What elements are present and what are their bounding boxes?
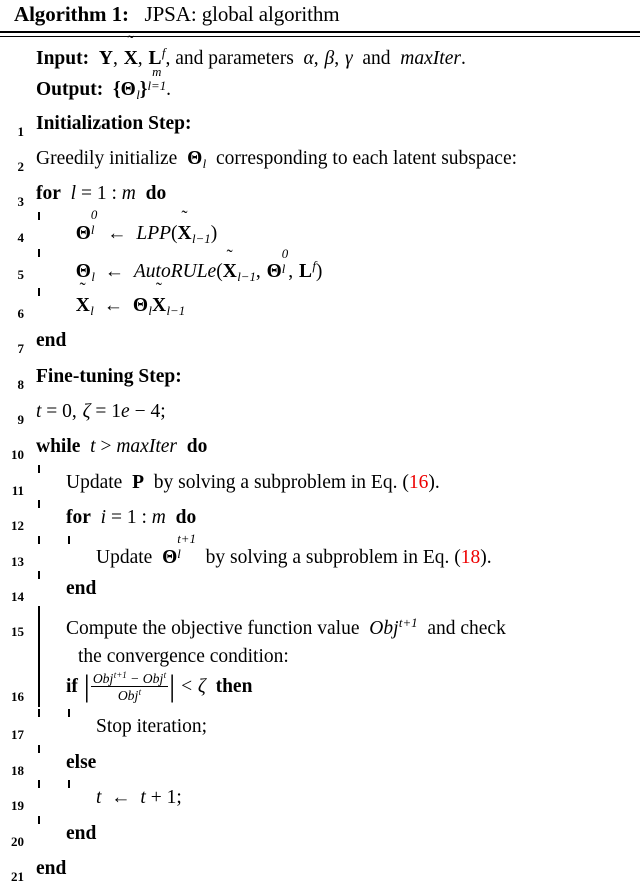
line-16-text: if|Objt+1 − ObjtObjt|<ζthen [66, 670, 252, 704]
line-number-3: 3 [0, 180, 24, 215]
line-6-text: ˜Xl←Θl˜Xl−1 [66, 292, 185, 326]
algorithm-line-6: 6 ˜Xl←Θl˜Xl−1 [0, 292, 640, 327]
algorithm-line-5: 5 Θl←AutoRULe(˜Xl−1,Θ0l,Lf) [0, 253, 640, 292]
keyword-do: do [187, 436, 208, 457]
algorithm-line-20: 20 end [0, 820, 640, 855]
indent-bar [36, 610, 66, 670]
input-line: Input:Y,˜X,Lf, and parametersα,β,γandmax… [0, 40, 640, 72]
algorithm-line-1: 1 Initialization Step: [0, 110, 640, 145]
algorithm-line-12: 12 fori = 1 : mdo [0, 504, 640, 539]
line-number-18: 18 [0, 749, 24, 784]
line-number-10: 10 [0, 433, 24, 468]
line-number-20: 20 [0, 820, 24, 855]
algorithm-line-14: 14 end [0, 575, 640, 610]
line-8-text: Fine-tuning Step: [36, 363, 182, 390]
line-3-text: forl = 1 : mdo [36, 180, 166, 207]
line-4-text: Θ0l←LPP(˜Xl−1) [66, 216, 217, 253]
algorithm-line-7: 7 end [0, 327, 640, 362]
keyword-for: for [66, 507, 91, 528]
line-5-text: Θl←AutoRULe(˜Xl−1,Θ0l,Lf) [66, 253, 322, 292]
algorithm-title: Algorithm 1: JPSA: global algorithm [0, 0, 640, 31]
title-rule-top [0, 31, 640, 33]
line-number-8: 8 [0, 363, 24, 398]
algorithm-caption: JPSA: global algorithm [145, 2, 340, 26]
line-number-16: 16 [0, 670, 24, 713]
line-number-21: 21 [0, 855, 24, 890]
line-number-19: 19 [0, 784, 24, 819]
line-number-13: 13 [0, 540, 24, 575]
algorithm-line-2: 2 Greedily initializeΘlcorresponding to … [0, 145, 640, 180]
input-label: Input: [36, 48, 89, 69]
line-18-text: else [66, 749, 96, 776]
line-number-2: 2 [0, 145, 24, 180]
line-21-text: end [36, 855, 66, 882]
keyword-then: then [216, 676, 253, 697]
line-number-11: 11 [0, 469, 24, 504]
algorithm-line-19: 19 t←t + 1; [0, 784, 640, 819]
line-number [0, 40, 24, 48]
line-2-text: Greedily initializeΘlcorresponding to ea… [36, 145, 517, 179]
keyword-if: if [66, 676, 78, 697]
line-number-15: 15 [0, 610, 24, 645]
indent-bar [36, 670, 66, 703]
convergence-fraction: Objt+1 − ObjtObjt [90, 670, 169, 703]
algorithm-line-21: 21 end [0, 855, 640, 890]
algorithm-line-10: 10 whilet > maxIterdo [0, 433, 640, 468]
line-7-text: end [36, 327, 66, 354]
line-number-6: 6 [0, 292, 24, 327]
keyword-for: for [36, 183, 61, 204]
line-20-text: end [66, 820, 96, 847]
algorithm-body: Input:Y,˜X,Lf, and parametersα,β,γandmax… [0, 37, 640, 890]
input-content: Input:Y,˜X,Lf, and parametersα,β,γandmax… [24, 40, 640, 72]
output-label: Output: [36, 79, 103, 100]
line-9-text: t = 0,ζ = 1e − 4; [36, 398, 166, 425]
line-number-17: 17 [0, 713, 24, 748]
algorithm-line-17: 17 Stop iteration; [0, 713, 640, 748]
line-19-text: t←t + 1; [96, 784, 182, 811]
keyword-do: do [176, 507, 197, 528]
algorithm-line-15: 15 Compute the objective function valueO… [0, 610, 640, 670]
eq-ref-18[interactable]: 18 [461, 547, 481, 568]
algorithm-line-4: 4 Θ0l←LPP(˜Xl−1) [0, 216, 640, 253]
line-number-12: 12 [0, 504, 24, 539]
keyword-do: do [146, 183, 167, 204]
line-15-text: Compute the objective function valueObjt… [66, 610, 506, 670]
algorithm-line-11: 11 UpdatePby solving a subproblem in Eq.… [0, 469, 640, 504]
line-14-text: end [66, 575, 96, 602]
output-line: Output:{Θl}ml=1. [0, 72, 640, 110]
algorithm-line-8: 8 Fine-tuning Step: [0, 363, 640, 398]
algorithm-line-13: 13 UpdateΘt+1lby solving a subproblem in… [0, 540, 640, 575]
line-11-text: UpdatePby solving a subproblem in Eq. (1… [66, 469, 440, 496]
algorithm-label: Algorithm 1: [14, 2, 129, 26]
algorithm-line-9: 9 t = 0,ζ = 1e − 4; [0, 398, 640, 433]
algorithm-block: Algorithm 1: JPSA: global algorithm Inpu… [0, 0, 640, 890]
line-number [0, 72, 24, 80]
algorithm-line-18: 18 else [0, 749, 640, 784]
eq-ref-16[interactable]: 16 [409, 472, 429, 493]
line-number-7: 7 [0, 327, 24, 362]
line-17-text: Stop iteration; [96, 713, 207, 740]
line-number-9: 9 [0, 398, 24, 433]
line-10-text: whilet > maxIterdo [36, 433, 207, 460]
line-13-text: UpdateΘt+1lby solving a subproblem in Eq… [96, 540, 492, 571]
line-number-5: 5 [0, 253, 24, 288]
line-12-text: fori = 1 : mdo [66, 504, 196, 531]
line-number-1: 1 [0, 110, 24, 145]
line-1-text: Initialization Step: [36, 110, 191, 137]
keyword-while: while [36, 436, 80, 457]
algorithm-line-16: 16 if|Objt+1 − ObjtObjt|<ζthen [0, 670, 640, 713]
line-number-14: 14 [0, 575, 24, 610]
line-number-4: 4 [0, 216, 24, 251]
output-content: Output:{Θl}ml=1. [24, 72, 640, 110]
